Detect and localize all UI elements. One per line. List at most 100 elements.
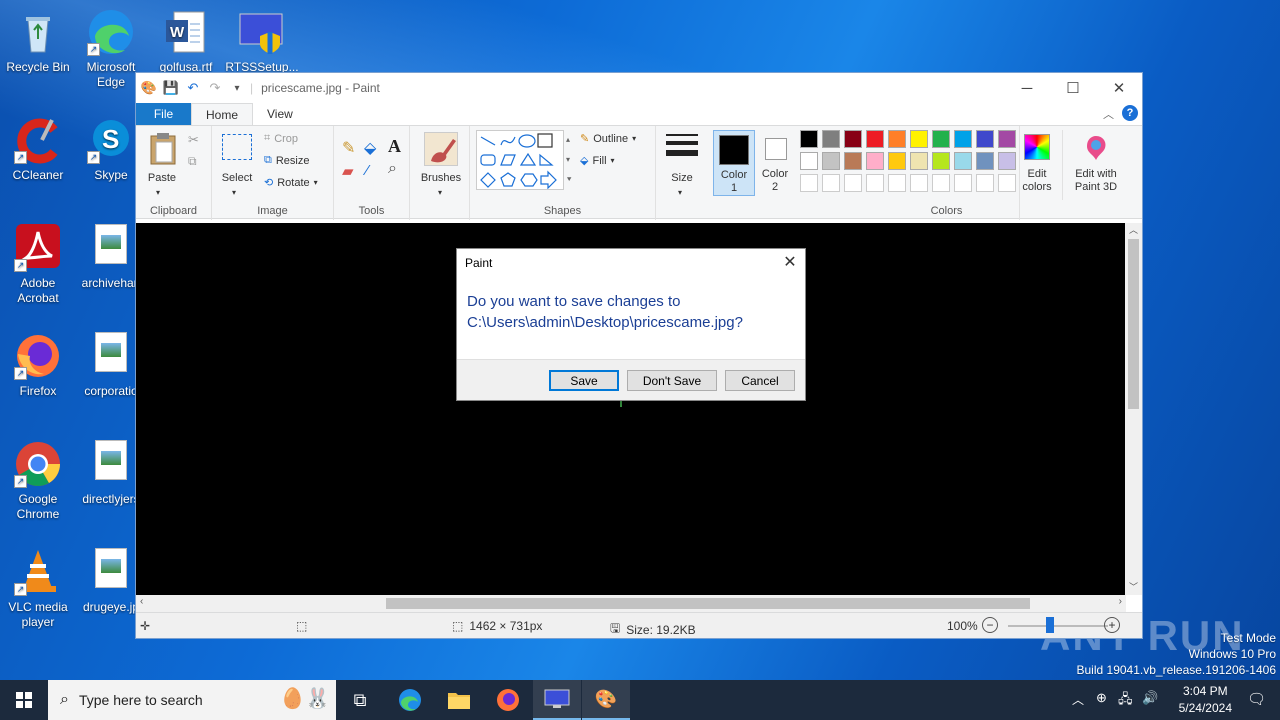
custom-color-slot[interactable]: [998, 174, 1016, 192]
palette-swatch[interactable]: [932, 130, 950, 148]
copy-icon[interactable]: ⧉: [188, 154, 197, 169]
size-icon[interactable]: [666, 134, 698, 156]
palette-swatch[interactable]: [844, 152, 862, 170]
palette-swatch[interactable]: [800, 152, 818, 170]
scroll-up-icon[interactable]: ︿: [1129, 223, 1138, 236]
custom-color-slot[interactable]: [844, 174, 862, 192]
select-dropdown-icon[interactable]: ▾: [232, 186, 236, 199]
horizontal-scrollbar[interactable]: ‹ ›: [136, 595, 1126, 612]
cancel-button[interactable]: Cancel: [725, 370, 795, 391]
tab-file[interactable]: File: [136, 103, 191, 125]
palette-swatch[interactable]: [954, 152, 972, 170]
palette-swatch[interactable]: [888, 130, 906, 148]
dialog-close-button[interactable]: ✕: [775, 249, 805, 277]
custom-color-slot[interactable]: [976, 174, 994, 192]
custom-color-slot[interactable]: [822, 174, 840, 192]
paint-app-icon[interactable]: 🎨: [140, 79, 158, 97]
save-button[interactable]: Save: [549, 370, 619, 391]
title-bar[interactable]: 🎨 💾 ↶ ↷ ▾ | pricescame.jpg - Paint ─ ☐ ✕: [136, 73, 1142, 103]
resize-button[interactable]: ⧉ Resize: [264, 154, 309, 167]
size-dropdown-icon[interactable]: ▾: [678, 186, 682, 199]
scroll-left-icon[interactable]: ‹: [140, 596, 143, 607]
palette-swatch[interactable]: [822, 130, 840, 148]
taskbar-paint[interactable]: 🎨: [582, 680, 630, 720]
custom-color-slot[interactable]: [888, 174, 906, 192]
desktop-icon-acrobat[interactable]: ↗ Adobe Acrobat: [0, 224, 76, 306]
task-view-button[interactable]: ⧉: [336, 680, 384, 720]
collapse-ribbon-icon[interactable]: ︿: [1103, 106, 1114, 122]
dont-save-button[interactable]: Don't Save: [627, 370, 717, 391]
text-tool-icon[interactable]: A: [388, 136, 401, 157]
desktop-icon-chrome[interactable]: ↗ Google Chrome: [0, 440, 76, 522]
color2-button[interactable]: Color 2: [757, 130, 793, 196]
rotate-button[interactable]: ⟲ Rotate ▾: [264, 176, 318, 190]
magnifier-icon[interactable]: ⌕: [388, 160, 397, 178]
zoom-out-icon[interactable]: −: [982, 617, 998, 633]
custom-color-slot[interactable]: [954, 174, 972, 192]
palette-swatch[interactable]: [822, 152, 840, 170]
brushes-dropdown-icon[interactable]: ▾: [438, 186, 442, 199]
cut-icon[interactable]: ✂: [188, 132, 199, 148]
volume-icon[interactable]: 🔊: [1142, 690, 1158, 706]
notifications-icon[interactable]: 🗨: [1247, 690, 1266, 708]
show-hidden-icons-icon[interactable]: ︿: [1072, 691, 1084, 708]
desktop-icon-recycle-bin[interactable]: Recycle Bin: [0, 8, 76, 75]
pencil-icon[interactable]: ✎: [342, 138, 355, 158]
fill-bucket-icon[interactable]: ⬙: [364, 138, 376, 158]
custom-color-slot[interactable]: [866, 174, 884, 192]
custom-color-slot[interactable]: [932, 174, 950, 192]
edit-with-paint3d-button[interactable]: Edit with Paint 3D: [1062, 130, 1128, 200]
color-picker-icon[interactable]: ⁄: [366, 162, 369, 179]
taskbar-rtss[interactable]: [533, 680, 581, 720]
minimize-button[interactable]: ─: [1004, 73, 1050, 103]
ethernet-icon[interactable]: 🖧: [1118, 690, 1133, 712]
palette-swatch[interactable]: [998, 152, 1016, 170]
zoom-in-icon[interactable]: +: [1104, 617, 1120, 633]
size-button[interactable]: Size: [662, 172, 702, 185]
taskbar-firefox[interactable]: [484, 680, 532, 720]
palette-swatch[interactable]: [866, 152, 884, 170]
maximize-button[interactable]: ☐: [1050, 73, 1096, 103]
palette-swatch[interactable]: [910, 152, 928, 170]
taskbar-file-explorer[interactable]: [435, 680, 483, 720]
eraser-icon[interactable]: ▰: [342, 162, 354, 180]
desktop-icon-vlc[interactable]: ↗ VLC media player: [0, 548, 76, 630]
brushes-button[interactable]: Brushes: [418, 172, 464, 185]
palette-swatch[interactable]: [866, 130, 884, 148]
select-icon[interactable]: [222, 134, 252, 160]
clock[interactable]: 3:04 PM 5/24/2024: [1179, 683, 1232, 717]
shapes-scroll-icon[interactable]: ▴ ▾ ⯆: [566, 130, 576, 190]
save-icon[interactable]: 💾: [162, 79, 180, 97]
palette-swatch[interactable]: [844, 130, 862, 148]
zoom-slider[interactable]: [1008, 625, 1108, 627]
select-button[interactable]: Select: [218, 172, 256, 185]
tab-home[interactable]: Home: [191, 103, 254, 125]
undo-icon[interactable]: ↶: [184, 79, 202, 97]
palette-swatch[interactable]: [888, 152, 906, 170]
search-box[interactable]: ⌕ Type here to search 🥚🐰: [48, 680, 336, 720]
help-icon[interactable]: ?: [1122, 105, 1138, 121]
paste-dropdown-icon[interactable]: ▾: [156, 186, 160, 199]
start-button[interactable]: [0, 680, 48, 720]
palette-swatch[interactable]: [976, 130, 994, 148]
scroll-down-icon[interactable]: ﹀: [1129, 580, 1138, 593]
palette-swatch[interactable]: [954, 130, 972, 148]
custom-color-slot[interactable]: [910, 174, 928, 192]
palette-swatch[interactable]: [932, 152, 950, 170]
redo-icon[interactable]: ↷: [206, 79, 224, 97]
scroll-right-icon[interactable]: ›: [1119, 596, 1122, 607]
palette-swatch[interactable]: [998, 130, 1016, 148]
outline-button[interactable]: ✎ Outline ▾: [580, 132, 636, 146]
shapes-gallery[interactable]: [476, 130, 564, 190]
paste-icon[interactable]: [148, 132, 178, 166]
customize-quick-access-icon[interactable]: ▾: [228, 79, 246, 97]
network-icon[interactable]: ⊕: [1096, 690, 1107, 706]
custom-color-slot[interactable]: [800, 174, 818, 192]
fill-button[interactable]: ⬙ Fill ▾: [580, 154, 615, 168]
vertical-scroll-thumb[interactable]: [1128, 239, 1139, 409]
edit-colors-button[interactable]: Edit colors: [1022, 130, 1054, 196]
color1-button[interactable]: Color 1: [713, 130, 755, 196]
tab-view[interactable]: View: [253, 103, 307, 125]
close-button[interactable]: ✕: [1096, 73, 1142, 103]
desktop-icon-golfusa[interactable]: W golfusa.rtf: [148, 8, 224, 75]
